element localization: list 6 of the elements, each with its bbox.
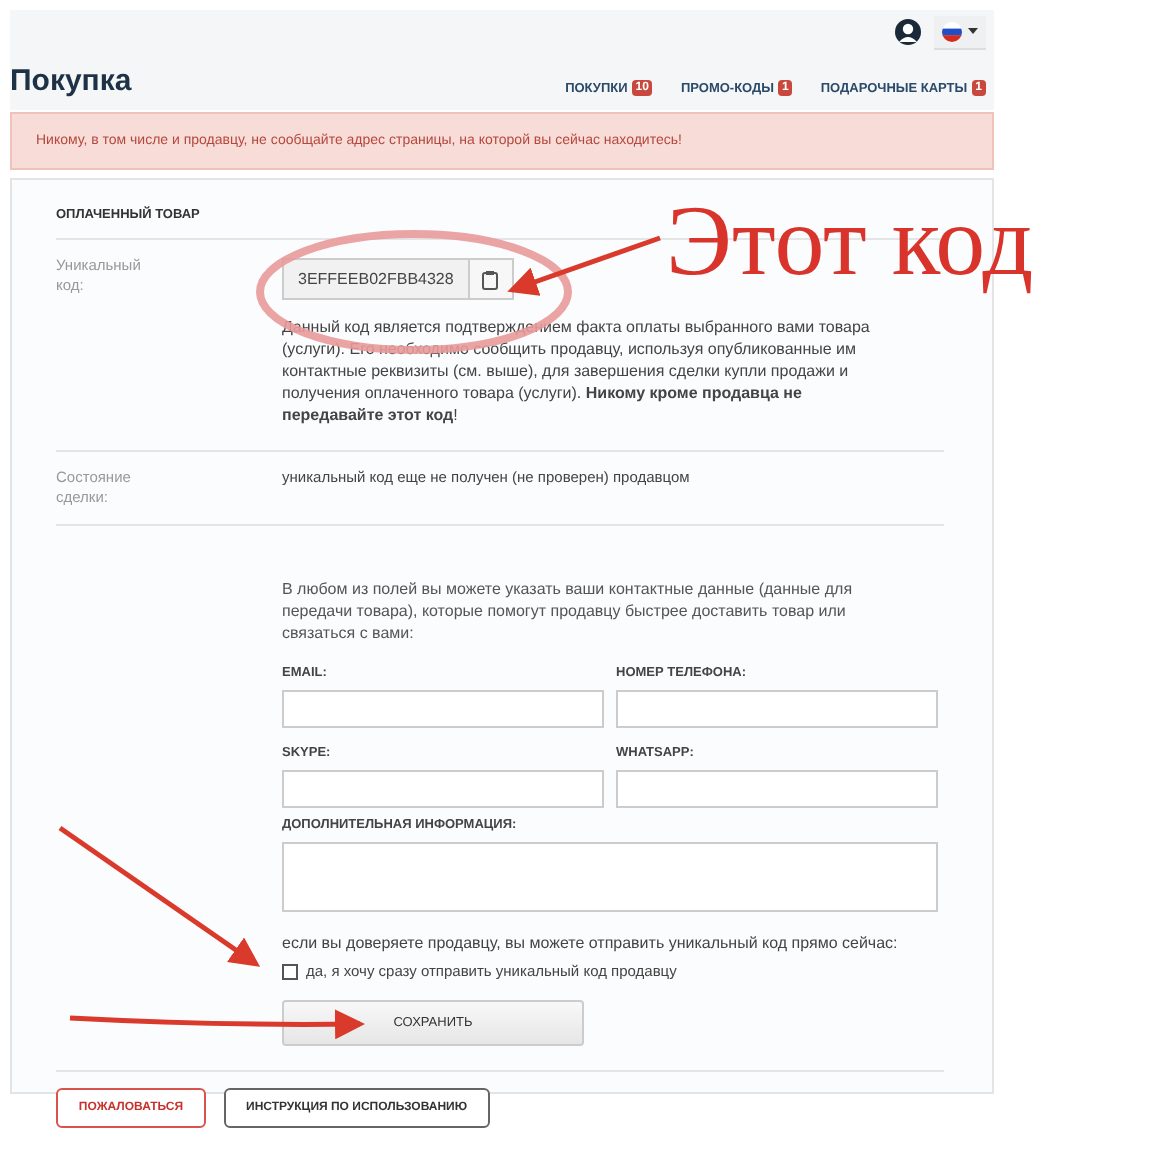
code-description: Данный код является подтверждением факта оплаты выбранного вами товара (услуги). Его необходимо сообщить продавцу, используя опубликованные им контактные реквизиты (см. выше), для завершения сделки купли продажи и получения оплаченного товара (услуги). Никому кроме продавца не передавайте этот код! (282, 316, 872, 426)
contacts-intro: В любом из полей вы можете указать ваши контактные данные (данные для передачи товара), которые помогут продавцу быстрее доставить товар или связаться с вами: (282, 578, 855, 644)
code-field[interactable]: 3EFFEEB02FBB4328 (282, 258, 470, 300)
annotation-label: Этот код (666, 184, 1034, 296)
page-title: Покупка (10, 66, 132, 98)
trust-note: если вы доверяете продавцу, вы можете отправить уникальный код прямо сейчас: (282, 934, 900, 954)
